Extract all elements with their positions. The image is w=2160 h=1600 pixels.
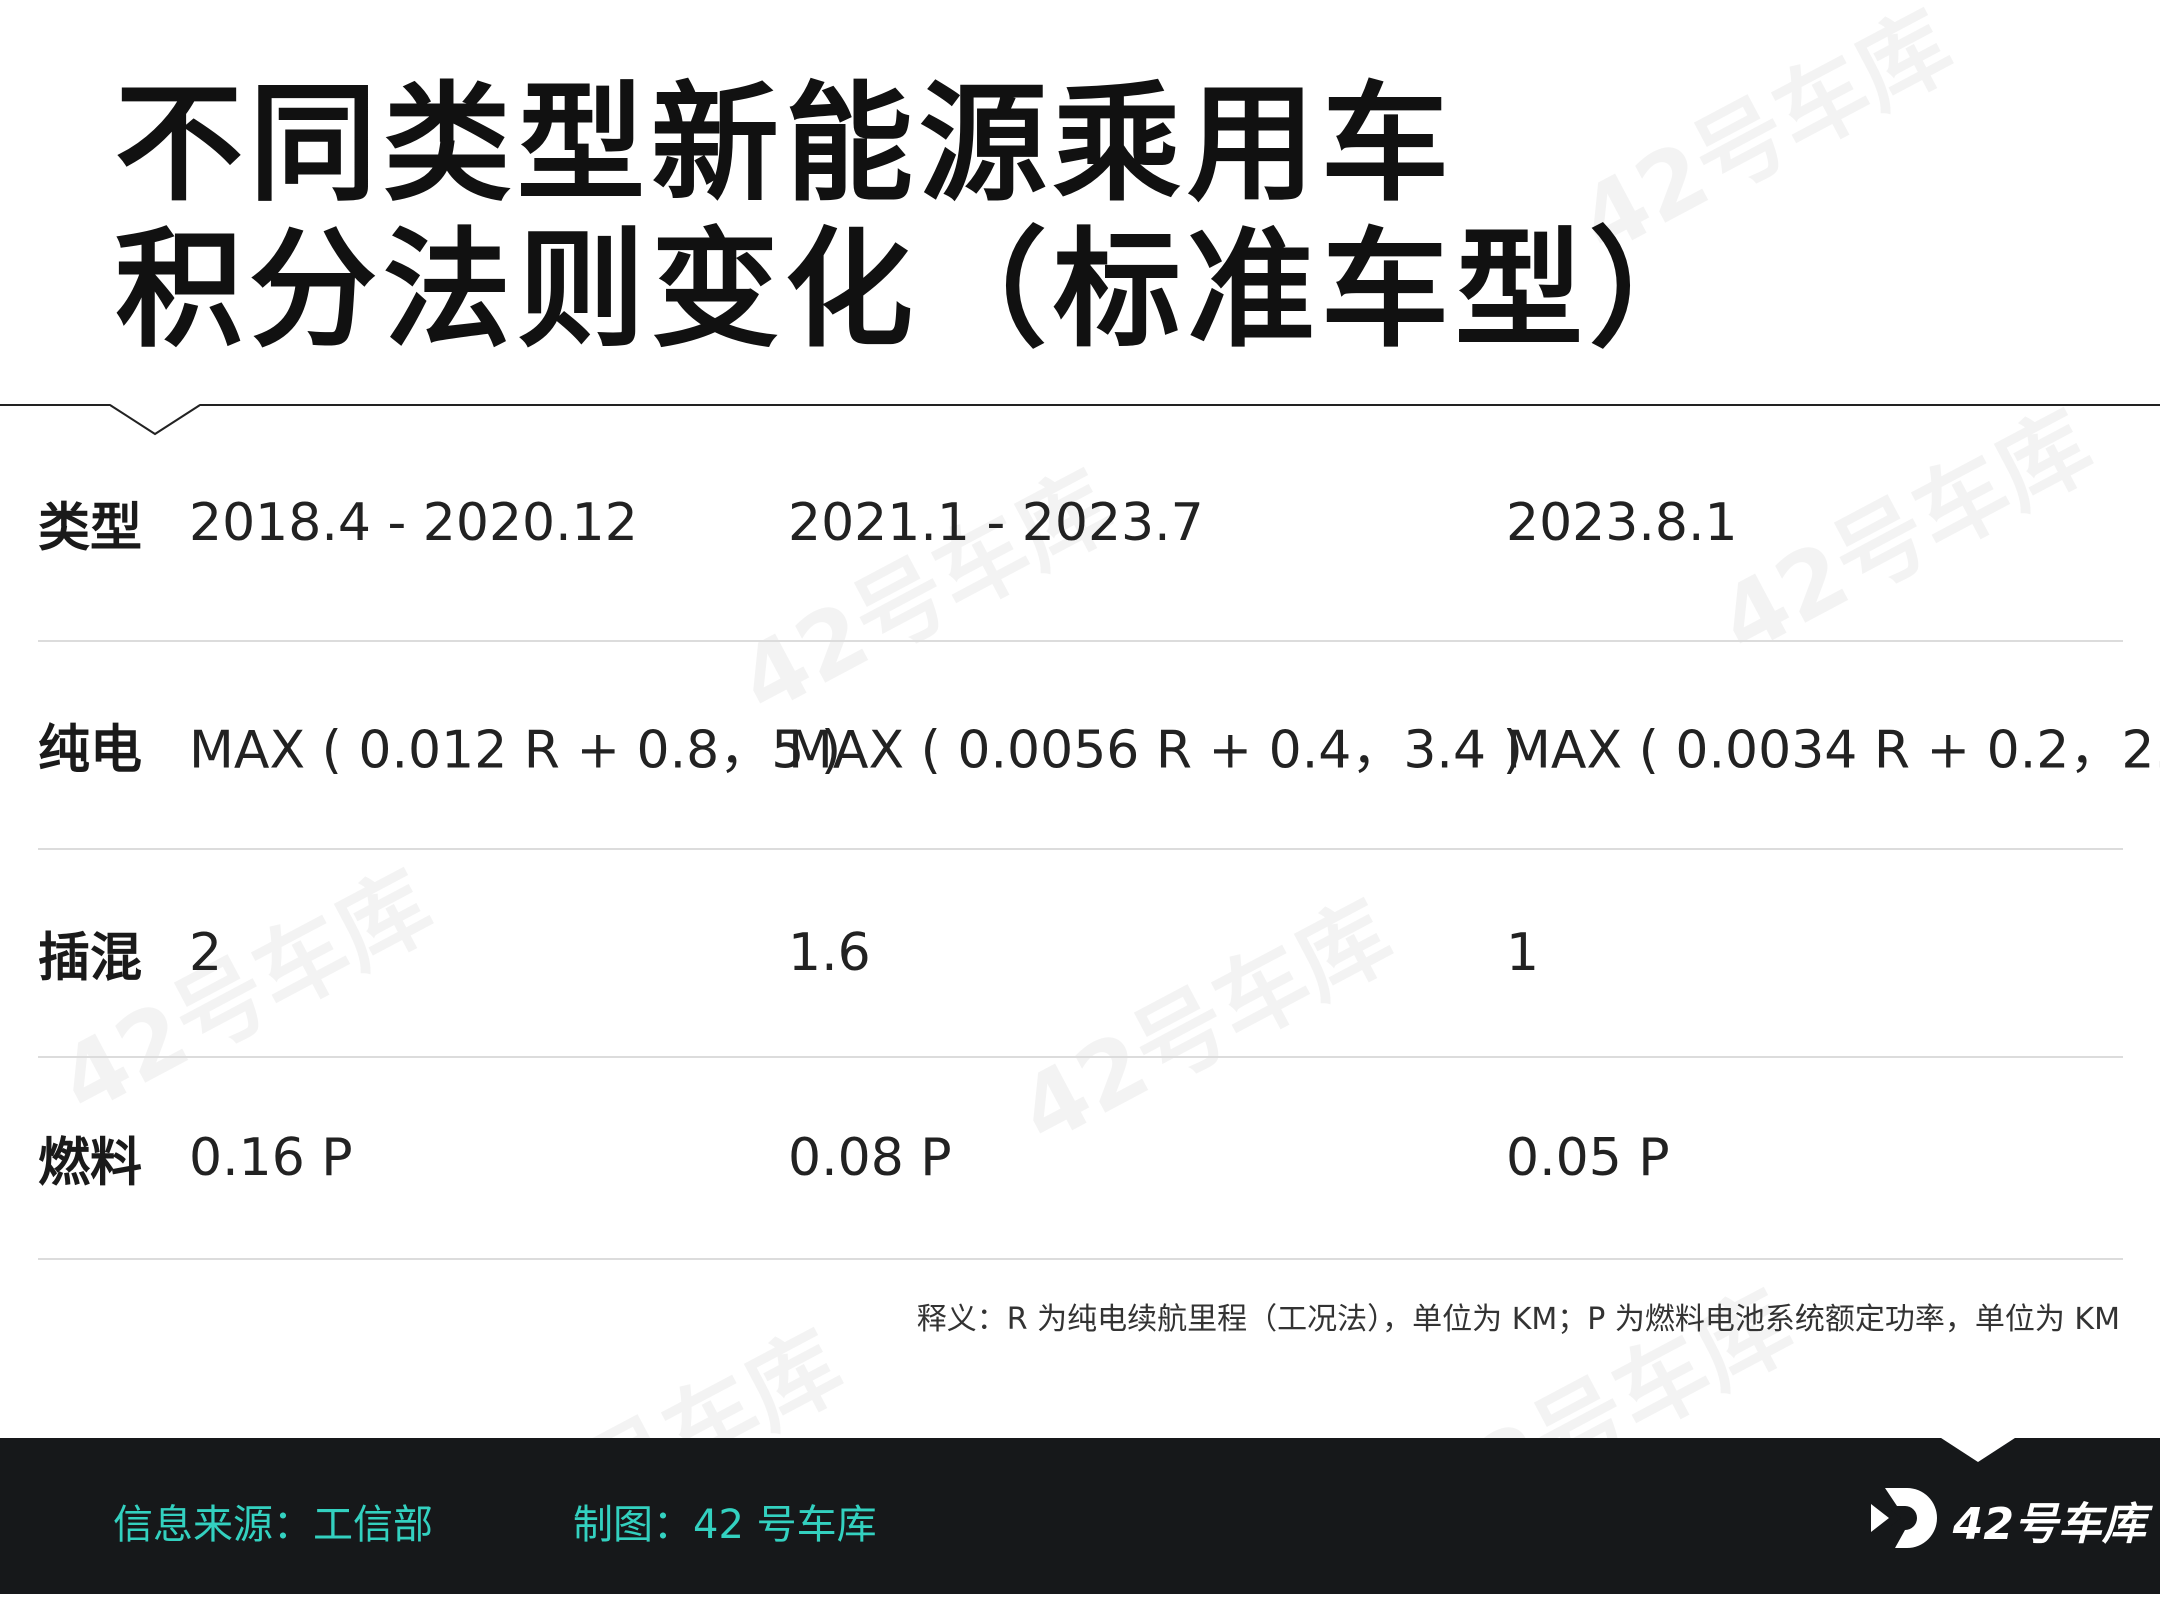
row-label: 燃料 <box>38 1133 143 1194</box>
period-2: 2021.1 - 2023.7 <box>788 492 1204 553</box>
footnote: 释义：R 为纯电续航里程（工况法），单位为 KM；P 为燃料电池系统额定功率，单… <box>916 1302 2120 1337</box>
table-cell: MAX ( 0.012 R + 0.8，5 ) <box>189 720 842 781</box>
table-cell: 2 <box>189 923 223 983</box>
brand-logo: 42号车库 <box>1867 1480 2146 1560</box>
table-cell: 0.08 P <box>788 1128 952 1188</box>
page-title: 不同类型新能源乘用车 积分法则变化（标准车型） <box>115 72 1723 364</box>
table-cell: MAX ( 0.0034 R + 0.2，2.3 ) <box>1506 720 2160 781</box>
source-text: 信息来源：工信部 <box>113 1502 433 1548</box>
made-by-text: 制图：42 号车库 <box>573 1502 877 1548</box>
table-cell: MAX ( 0.0056 R + 0.4，3.4 ) <box>788 720 1523 781</box>
period-3: 2023.8.1 <box>1506 492 1738 553</box>
42-garage-logo-icon <box>1867 1480 1943 1560</box>
row-label: 纯电 <box>38 720 143 781</box>
table-cell: 1 <box>1506 923 1540 983</box>
table-row-bev: 纯电 MAX ( 0.012 R + 0.8，5 ) MAX ( 0.0056 … <box>38 642 2160 850</box>
table-cell: 0.16 P <box>189 1128 353 1188</box>
brand-name: 42号车库 <box>1952 1499 2146 1550</box>
table-cell: 0.05 P <box>1506 1128 1670 1188</box>
footer-bar: 信息来源：工信部 制图：42 号车库 42号车库 <box>0 1436 2160 1594</box>
title-line-1: 不同类型新能源乘用车 <box>115 70 1456 219</box>
period-1: 2018.4 - 2020.12 <box>189 492 638 553</box>
table-cell: 1.6 <box>788 923 871 983</box>
credit-rules-table: 类型 2018.4 - 2020.12 2021.1 - 2023.7 2023… <box>38 405 2160 1260</box>
footer-notch <box>1938 1436 2018 1470</box>
row-label-type: 类型 <box>38 498 143 558</box>
row-label: 插混 <box>38 928 143 989</box>
table-header-row: 类型 2018.4 - 2020.12 2021.1 - 2023.7 2023… <box>38 405 2123 642</box>
title-line-2: 积分法则变化（标准车型） <box>115 216 1724 365</box>
table-row-phev: 插混 2 1.6 1 <box>38 850 2123 1058</box>
table-row-fcev: 燃料 0.16 P 0.08 P 0.05 P <box>38 1058 2123 1260</box>
